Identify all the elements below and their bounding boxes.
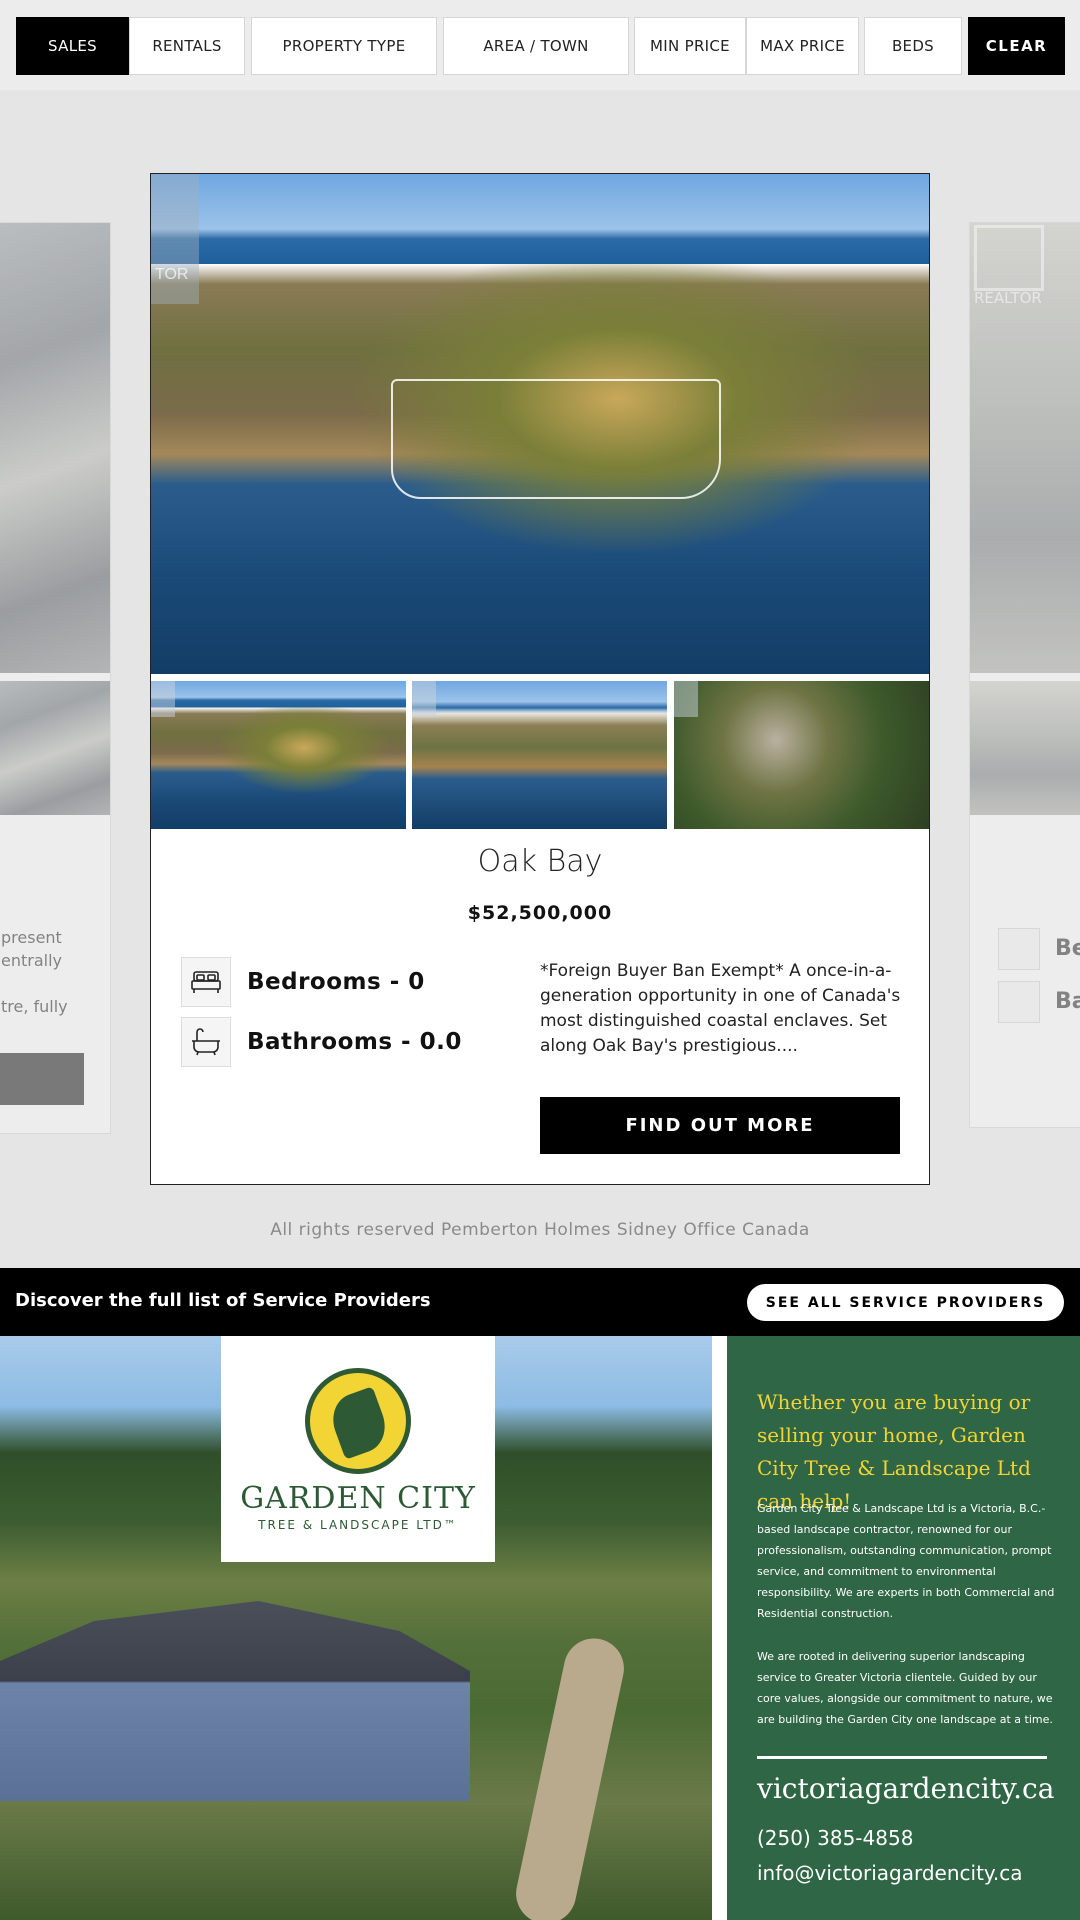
next-listing-card[interactable]: REALTOR Be Ba bbox=[969, 222, 1080, 1128]
see-all-service-providers-button[interactable]: SEE ALL SERVICE PROVIDERS bbox=[747, 1284, 1064, 1321]
listing-thumbnail-3[interactable] bbox=[674, 681, 929, 829]
service-providers-bar: Discover the full list of Service Provid… bbox=[0, 1268, 1080, 1336]
next-listing-thumb bbox=[970, 681, 1080, 815]
service-providers-text: Discover the full list of Service Provid… bbox=[15, 1290, 431, 1311]
property-type-dropdown[interactable]: PROPERTY TYPE bbox=[251, 17, 437, 75]
find-out-more-button[interactable]: FIND OUT MORE bbox=[540, 1097, 900, 1154]
previous-listing-button[interactable] bbox=[0, 1053, 84, 1105]
ad-email-link[interactable]: info@victoriagardencity.ca bbox=[757, 1861, 1023, 1885]
ad-text-panel: Whether you are buying or selling your h… bbox=[727, 1336, 1080, 1920]
ad-phone-number[interactable]: (250) 385-4858 bbox=[757, 1826, 913, 1850]
listing-card: TOR Oak Bay $52,500,000 Bedrooms - 0 Bat… bbox=[150, 173, 930, 1185]
previous-listing-card[interactable]: present entrally tre, fully bbox=[0, 222, 111, 1134]
next-bathrooms-label: Ba bbox=[1055, 989, 1080, 1014]
bath-icon bbox=[998, 981, 1040, 1023]
bathtub-icon bbox=[181, 1017, 231, 1067]
logo-company-subtitle: TREE & LANDSCAPE LTD™ bbox=[258, 1518, 458, 1532]
clear-filters-button[interactable]: CLEAR bbox=[968, 17, 1065, 75]
sales-filter-button[interactable]: SALES bbox=[16, 17, 129, 75]
realtor-watermark-icon bbox=[151, 174, 199, 304]
realtor-watermark-icon bbox=[151, 681, 175, 717]
copyright-text: All rights reserved Pemberton Holmes Sid… bbox=[270, 1220, 810, 1240]
bathrooms-count: Bathrooms - 0.0 bbox=[247, 1029, 462, 1055]
listing-description: *Foreign Buyer Ban Exempt* A once-in-a-g… bbox=[540, 961, 901, 1056]
ad-body-paragraph-2: We are rooted in delivering superior lan… bbox=[757, 1650, 1053, 1726]
previous-desc-line: tre, fully bbox=[1, 997, 68, 1016]
previous-desc-line: present bbox=[1, 928, 62, 947]
listing-main-photo[interactable]: TOR bbox=[151, 174, 929, 674]
leaf-shape bbox=[325, 1386, 393, 1460]
ad-website-link[interactable]: victoriagardencity.ca bbox=[757, 1772, 1054, 1805]
logo-company-name: GARDEN CITY bbox=[240, 1481, 476, 1516]
rentals-filter-button[interactable]: RENTALS bbox=[129, 17, 245, 75]
previous-listing-thumb bbox=[0, 681, 110, 815]
listing-city: Oak Bay bbox=[477, 844, 603, 879]
property-boundary-outline bbox=[391, 379, 721, 499]
realtor-label: REALTOR bbox=[974, 289, 1042, 307]
previous-desc-line: entrally bbox=[1, 951, 62, 970]
next-bedrooms-label: Be bbox=[1055, 936, 1080, 961]
realtor-logo-icon bbox=[974, 225, 1044, 291]
ad-body-paragraph-1: Garden City Tree & Landscape Ltd is a Vi… bbox=[757, 1502, 1055, 1620]
previous-listing-photo bbox=[0, 223, 110, 673]
realtor-watermark-icon bbox=[674, 681, 698, 717]
oak-leaf-icon bbox=[305, 1368, 411, 1474]
max-price-dropdown[interactable]: MAX PRICE bbox=[746, 17, 859, 75]
beds-dropdown[interactable]: BEDS bbox=[864, 17, 962, 75]
min-price-dropdown[interactable]: MIN PRICE bbox=[634, 17, 746, 75]
realtor-watermark-icon bbox=[412, 681, 436, 717]
previous-desc-spacer bbox=[1, 972, 68, 995]
filter-bar: SALES RENTALS PROPERTY TYPE AREA / TOWN … bbox=[0, 0, 1080, 90]
listing-price: $52,500,000 bbox=[467, 902, 613, 924]
listing-thumbnail-2[interactable] bbox=[412, 681, 667, 829]
area-town-dropdown[interactable]: AREA / TOWN bbox=[443, 17, 629, 75]
bed-icon bbox=[181, 957, 231, 1007]
next-listing-photo: REALTOR bbox=[970, 223, 1080, 673]
realtor-watermark-text: TOR bbox=[155, 266, 189, 283]
garden-city-logo: GARDEN CITY TREE & LANDSCAPE LTD™ bbox=[221, 1336, 495, 1562]
ad-divider bbox=[757, 1756, 1047, 1759]
ad-photo-house bbox=[0, 1601, 470, 1801]
garden-city-ad-banner[interactable]: GARDEN CITY TREE & LANDSCAPE LTD™ Whethe… bbox=[0, 1336, 1080, 1920]
ad-photo-driveway bbox=[510, 1632, 630, 1920]
bedrooms-count: Bedrooms - 0 bbox=[247, 969, 425, 995]
ad-estate-photo: GARDEN CITY TREE & LANDSCAPE LTD™ bbox=[0, 1336, 712, 1920]
listing-carousel: present entrally tre, fully REALTOR Be B… bbox=[0, 90, 1080, 1268]
previous-listing-description: present entrally tre, fully bbox=[1, 926, 68, 1018]
listing-thumbnail-1[interactable] bbox=[151, 681, 406, 829]
bed-icon bbox=[998, 928, 1040, 970]
